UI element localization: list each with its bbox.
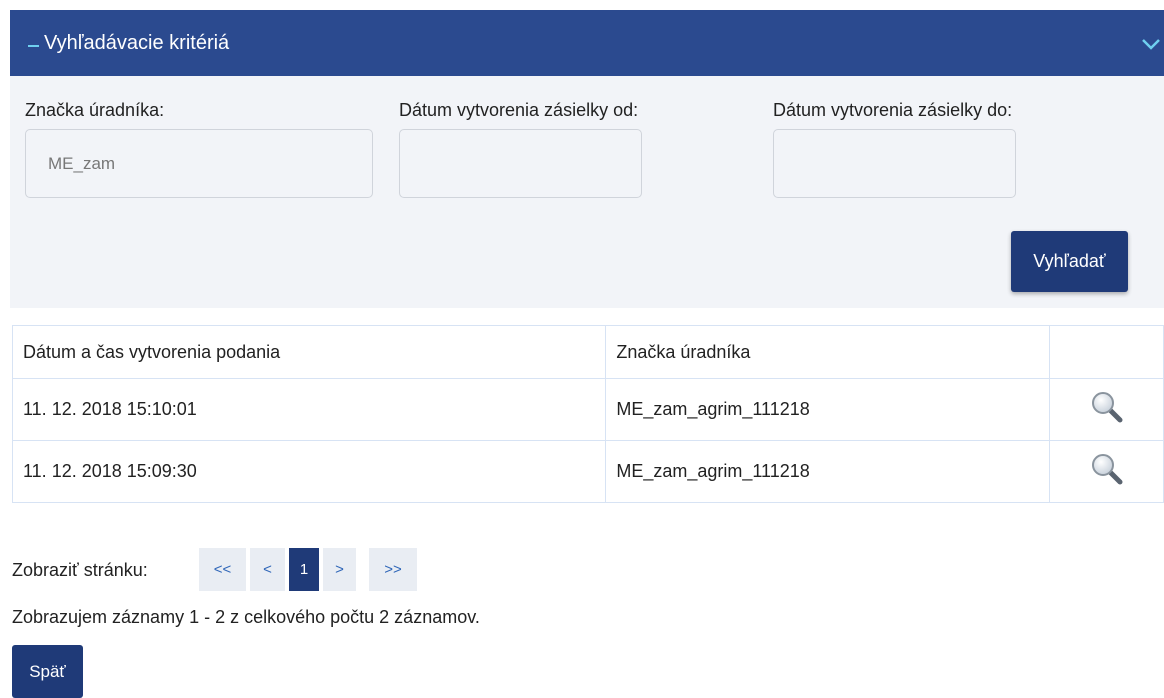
clerk-mark-input[interactable] [25,129,373,198]
search-panel-title: Vyhľadávacie kritériá [44,32,230,54]
cell-clerk: ME_zam_agrim_111218 [605,440,1051,503]
column-header-datetime: Dátum a čas vytvorenia podania [11,325,607,379]
page-next-button[interactable]: > [323,548,356,591]
table-header-row: Dátum a čas vytvorenia podania Značka úr… [11,325,1164,379]
date-from-label: Dátum vytvorenia zásielky od: [399,100,639,120]
table-row: 11. 12. 2018 15:10:01 ME_zam_agrim_11121… [11,378,1164,441]
page-last-button[interactable]: >> [369,548,417,591]
cell-actions [1049,378,1164,441]
column-header-actions [1049,325,1164,379]
page-first-button[interactable]: << [199,548,246,591]
date-from-input[interactable] [399,129,642,198]
pagination-label: Zobraziť stránku: [12,560,148,580]
page-prev-button[interactable]: < [250,548,285,591]
page-current-button[interactable]: 1 [289,548,319,591]
cell-datetime: 11. 12. 2018 15:10:01 [11,378,607,441]
search-button[interactable]: Vyhľadať [1011,231,1128,292]
clerk-mark-label: Značka úradníka: [25,100,165,120]
cell-datetime: 11. 12. 2018 15:09:30 [11,440,607,503]
cell-clerk: ME_zam_agrim_111218 [605,378,1051,441]
date-to-label: Dátum vytvorenia zásielky do: [773,100,1013,120]
cell-actions [1049,440,1164,503]
table-row: 11. 12. 2018 15:09:30 ME_zam_agrim_11121… [11,440,1164,503]
records-info: Zobrazujem záznamy 1 - 2 z celkového poč… [12,607,480,627]
search-panel-body: Značka úradníka: Dátum vytvorenia zásiel… [10,76,1164,308]
back-button[interactable]: Späť [12,645,83,698]
search-panel-header[interactable]: Vyhľadávacie kritériá [10,10,1164,76]
collapse-minus-icon [28,45,39,47]
magnifier-icon[interactable] [1090,392,1124,428]
magnifier-icon[interactable] [1090,454,1124,490]
results-table: Dátum a čas vytvorenia podania Značka úr… [11,325,1164,503]
column-header-clerk: Značka úradníka [605,325,1051,379]
chevron-down-icon[interactable] [1142,37,1160,55]
date-to-input[interactable] [773,129,1016,198]
